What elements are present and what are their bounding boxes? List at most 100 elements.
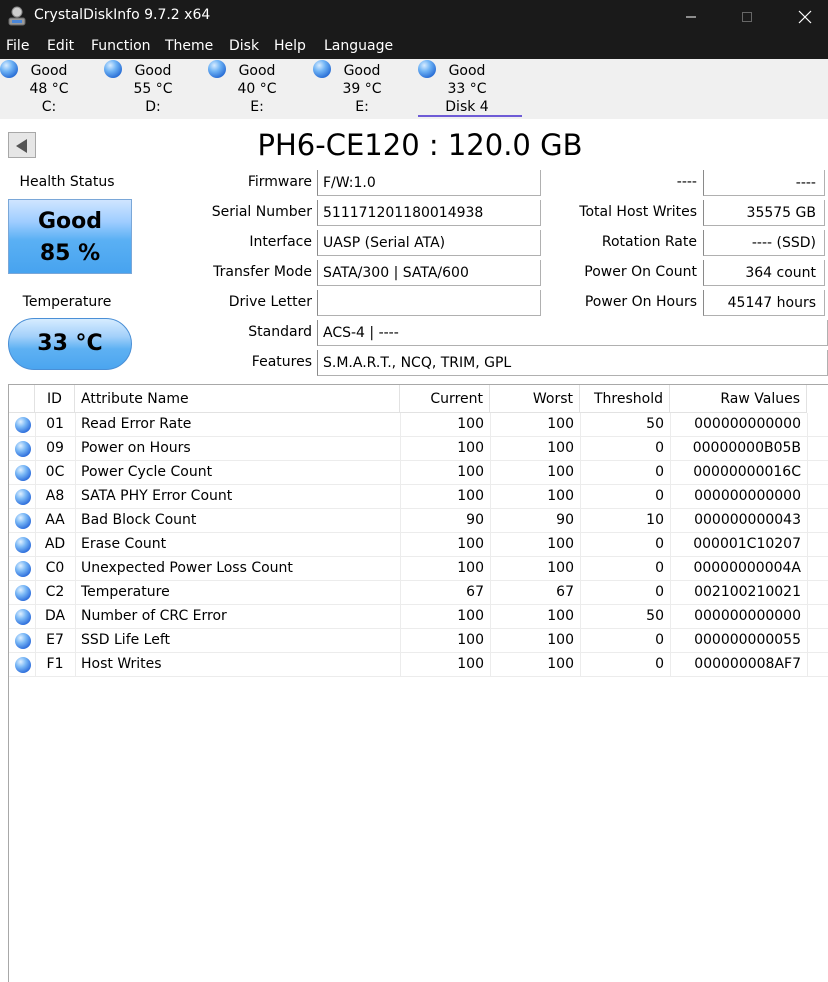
menu-file[interactable]: File (6, 38, 29, 54)
row-attribute-name: SATA PHY Error Count (81, 488, 233, 504)
column-header-threshold[interactable]: Threshold (580, 385, 670, 413)
disk-tab-temp: 39 °C (342, 81, 382, 97)
row-current: 67 (466, 584, 484, 600)
column-header-attribute-name[interactable]: Attribute Name (75, 385, 400, 413)
standard-label: Standard (248, 324, 312, 340)
row-current: 100 (457, 416, 484, 432)
menu-edit[interactable]: Edit (47, 38, 74, 54)
row-threshold: 50 (646, 416, 664, 432)
row-worst: 90 (556, 512, 574, 528)
table-row[interactable]: A8 SATA PHY Error Count 100 100 0 00000000000… (9, 485, 828, 509)
disk-tabs: Good 48 °C C: Good 55 °C D: Good 40 °C E… (0, 59, 828, 119)
row-raw-value: 00000000004A (693, 560, 801, 576)
row-worst: 100 (547, 416, 574, 432)
maximize-button[interactable] (724, 0, 770, 34)
row-threshold: 0 (655, 440, 664, 456)
temperature-value: 33 °C (37, 331, 103, 356)
row-raw-value: 000000000000 (694, 416, 801, 432)
column-header-current[interactable]: Current (400, 385, 490, 413)
row-attribute-name: Power Cycle Count (81, 464, 213, 480)
drive-letter-label: Drive Letter (228, 294, 312, 310)
power-on-hours-field: 45147 hours (703, 290, 825, 316)
total-host-writes-field: 35575 GB (703, 200, 825, 226)
row-attribute-name: Number of CRC Error (81, 608, 227, 624)
table-row[interactable]: AD Erase Count 100 100 0 000001C10207 (9, 533, 828, 557)
table-row[interactable]: DA Number of CRC Error 100 100 50 00000000000… (9, 605, 828, 629)
row-raw-value: 000001C10207 (693, 536, 801, 552)
disk-tab-status: Good (134, 63, 172, 79)
column-header-raw-values[interactable]: Raw Values (670, 385, 807, 413)
disk-tab[interactable]: Good 39 °C E: (313, 59, 417, 119)
disk-tab-label: E: (250, 99, 264, 115)
row-current: 100 (457, 608, 484, 624)
total-host-writes-label: Total Host Writes (579, 204, 697, 220)
minimize-button[interactable] (668, 0, 714, 34)
row-threshold: 0 (655, 560, 664, 576)
health-status-badge[interactable]: Good 85 % (8, 199, 132, 274)
row-id: C2 (45, 584, 65, 600)
table-row[interactable]: E7 SSD Life Left 100 100 0 000000000055 (9, 629, 828, 653)
row-worst: 100 (547, 440, 574, 456)
menu-theme[interactable]: Theme (165, 38, 213, 54)
disk-tab[interactable]: Good 55 °C D: (104, 59, 208, 119)
row-attribute-name: Unexpected Power Loss Count (81, 560, 293, 576)
menu-function[interactable]: Function (91, 38, 151, 54)
row-id: DA (44, 608, 66, 624)
table-row[interactable]: 0C Power Cycle Count 100 100 0 00000000016C (9, 461, 828, 485)
row-current: 100 (457, 536, 484, 552)
transfer-mode-label: Transfer Mode (213, 264, 312, 280)
row-attribute-name: SSD Life Left (81, 632, 171, 648)
table-row[interactable]: C2 Temperature 67 67 0 002100210021 (9, 581, 828, 605)
row-attribute-name: Bad Block Count (81, 512, 197, 528)
table-row[interactable]: C0 Unexpected Power Loss Count 100 100 0 0000… (9, 557, 828, 581)
disk-tab[interactable]: Good 48 °C C: (0, 59, 104, 119)
standard-field: ACS-4 | ---- (317, 320, 828, 346)
column-header-id[interactable]: ID (35, 385, 75, 413)
row-threshold: 50 (646, 608, 664, 624)
selected-tab-underline (418, 115, 522, 117)
status-indicator-icon (15, 537, 31, 553)
serial-number-label: Serial Number (211, 204, 312, 220)
table-row[interactable]: 01 Read Error Rate 100 100 50 000000000000 (9, 413, 828, 437)
health-status-text: Good (37, 209, 103, 234)
status-indicator-icon (15, 513, 31, 529)
status-indicator-icon (15, 633, 31, 649)
power-on-count-field: 364 count (703, 260, 825, 286)
table-row[interactable]: AA Bad Block Count 90 90 10 000000000043 (9, 509, 828, 533)
temperature-badge[interactable]: 33 °C (8, 318, 132, 370)
row-worst: 100 (547, 464, 574, 480)
row-raw-value: 000000000043 (694, 512, 801, 528)
menu-disk[interactable]: Disk (229, 38, 259, 54)
table-row[interactable]: F1 Host Writes 100 100 0 000000008AF7 (9, 653, 828, 677)
disk-tab-temp: 48 °C (29, 81, 69, 97)
row-worst: 100 (547, 560, 574, 576)
row-id: 0C (45, 464, 65, 480)
menu-language[interactable]: Language (324, 38, 393, 54)
status-indicator-icon (15, 657, 31, 673)
smart-attribute-table[interactable]: ID Attribute Name Current Worst Threshol… (8, 384, 828, 982)
unknown-label: ---- (676, 174, 697, 190)
health-status-label: Health Status (19, 174, 115, 190)
row-current: 100 (457, 488, 484, 504)
column-header-status[interactable] (9, 385, 35, 413)
disk-tab-status: Good (30, 63, 68, 79)
row-id: E7 (46, 632, 64, 648)
disk-tab[interactable]: Good 40 °C E: (208, 59, 312, 119)
row-raw-value: 000000000055 (694, 632, 801, 648)
table-row[interactable]: 09 Power on Hours 100 100 0 00000000B05B (9, 437, 828, 461)
row-attribute-name: Power on Hours (81, 440, 191, 456)
row-current: 100 (457, 464, 484, 480)
row-threshold: 0 (655, 656, 664, 672)
title-bar: CrystalDiskInfo 9.7.2 x64 (0, 0, 828, 34)
row-threshold: 10 (646, 512, 664, 528)
previous-disk-button[interactable] (8, 132, 36, 158)
disk-tab-selected[interactable]: Good 33 °C Disk 4 (418, 59, 522, 119)
firmware-field: F/W:1.0 (317, 170, 541, 196)
status-indicator-icon (15, 441, 31, 457)
column-header-worst[interactable]: Worst (490, 385, 580, 413)
window-title: CrystalDiskInfo 9.7.2 x64 (34, 7, 211, 23)
close-button[interactable] (782, 0, 828, 34)
features-field: S.M.A.R.T., NCQ, TRIM, GPL (317, 350, 828, 376)
features-label: Features (251, 354, 312, 370)
menu-help[interactable]: Help (274, 38, 306, 54)
